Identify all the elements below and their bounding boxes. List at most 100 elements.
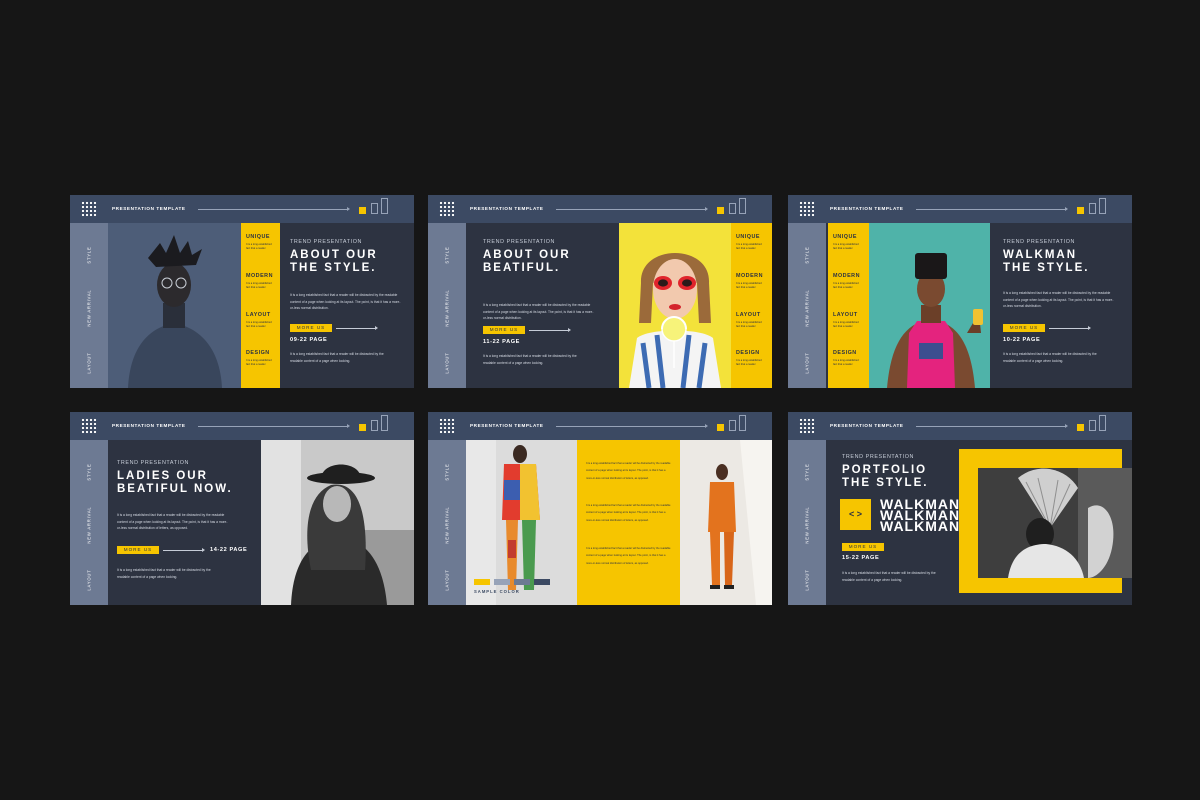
feature-design: DESIGN xyxy=(833,350,857,356)
feature-unique: UNIQUE xyxy=(736,234,760,240)
feature-unique-text: It is a long established fact that a rea… xyxy=(246,243,272,250)
swatch-navy xyxy=(534,579,550,585)
side-label-new-arrival: NEW ARRIVAL xyxy=(444,289,450,327)
square-outline-icon xyxy=(729,203,736,214)
side-nav: STYLE NEW ARRIVAL LAYOUT xyxy=(428,223,466,388)
yellow-paragraph-1: It is a long established fact that a rea… xyxy=(586,462,671,480)
rect-outline-icon xyxy=(739,198,746,214)
feature-unique-text: It is a long established fact that a rea… xyxy=(736,243,762,250)
square-filled-icon xyxy=(717,207,724,214)
trend-label: TREND PRESENTATION xyxy=(290,239,362,245)
side-label-new-arrival: NEW ARRIVAL xyxy=(86,506,92,544)
yellow-paragraph-2: It is a long established fact that a rea… xyxy=(586,504,671,522)
rect-outline-icon xyxy=(1099,198,1106,214)
trend-label: TREND PRESENTATION xyxy=(1003,239,1075,245)
dots-grid-icon xyxy=(439,418,455,434)
slide-title-line1: PORTFOLIO xyxy=(842,464,928,476)
slide-title-line1: ABOUT OUR xyxy=(290,249,378,261)
side-label-layout: LAYOUT xyxy=(804,352,810,374)
feature-design-text: It is a long established fact that a rea… xyxy=(833,359,859,366)
slide-header: PRESENTATION TEMPLATE xyxy=(788,412,1132,440)
square-outline-icon xyxy=(371,420,378,431)
header-line xyxy=(198,424,350,428)
side-label-layout: LAYOUT xyxy=(86,352,92,374)
slide-header: PRESENTATION TEMPLATE xyxy=(788,195,1132,223)
side-label-new-arrival: NEW ARRIVAL xyxy=(804,289,810,327)
feature-modern-text: It is a long established fact that a rea… xyxy=(246,282,272,289)
slide-4[interactable]: PRESENTATION TEMPLATE STYLE NEW ARRIVAL … xyxy=(70,412,414,605)
more-us-button[interactable]: MORE US xyxy=(842,543,884,551)
feature-layout-text: It is a long established fact that a rea… xyxy=(246,321,272,328)
slide-header: PRESENTATION TEMPLATE xyxy=(70,412,414,440)
dots-grid-icon xyxy=(439,201,455,217)
slide-header: PRESENTATION TEMPLATE xyxy=(428,195,772,223)
arrow-right-icon xyxy=(1049,326,1091,330)
body-text: It is a long established fact that a rea… xyxy=(290,293,401,310)
side-label-layout: LAYOUT xyxy=(444,569,450,591)
header-line xyxy=(556,424,708,428)
more-us-button[interactable]: MORE US xyxy=(290,324,332,332)
slide-title-line1: WALKMAN xyxy=(1003,249,1078,261)
side-label-new-arrival: NEW ARRIVAL xyxy=(444,506,450,544)
feature-layout: LAYOUT xyxy=(246,312,271,318)
page-range: 15-22 PAGE xyxy=(842,555,880,561)
more-us-button[interactable]: MORE US xyxy=(483,326,525,334)
square-filled-icon xyxy=(1077,207,1084,214)
page-range: 10-22 PAGE xyxy=(1003,337,1041,343)
body-text-short: It is a long established fact that a rea… xyxy=(117,568,211,579)
square-filled-icon xyxy=(1077,424,1084,431)
slide-1[interactable]: PRESENTATION TEMPLATE STYLE NEW ARRIVAL … xyxy=(70,195,414,388)
feature-modern: MODERN xyxy=(736,273,763,279)
rect-outline-icon xyxy=(1099,415,1106,431)
feature-modern: MODERN xyxy=(833,273,860,279)
code-brackets-icon: < > xyxy=(840,499,871,530)
slide-title-line2: BEATIFUL. xyxy=(483,262,561,274)
rect-outline-icon xyxy=(739,415,746,431)
slide-3[interactable]: PRESENTATION TEMPLATE STYLE NEW ARRIVAL … xyxy=(788,195,1132,388)
square-filled-icon xyxy=(359,207,366,214)
swatch-slate xyxy=(514,579,530,585)
body-text-short: It is a long established fact that a rea… xyxy=(1003,352,1097,363)
sample-color-label: SAMPLE COLOR xyxy=(474,589,520,594)
header-title: PRESENTATION TEMPLATE xyxy=(112,423,186,428)
slide-header: PRESENTATION TEMPLATE xyxy=(70,195,414,223)
page-range: 14-22 PAGE xyxy=(210,547,248,553)
feature-design-text: It is a long established fact that a rea… xyxy=(246,359,272,366)
slide-6[interactable]: PRESENTATION TEMPLATE STYLE NEW ARRIVAL … xyxy=(788,412,1132,605)
body-text-short: It is a long established fact that a rea… xyxy=(290,352,384,363)
body-text-short: It is a long established fact that a rea… xyxy=(483,354,577,365)
side-nav: STYLE NEW ARRIVAL LAYOUT xyxy=(788,223,826,388)
slide-title-line1: LADIES OUR xyxy=(117,470,208,482)
square-filled-icon xyxy=(717,424,724,431)
square-outline-icon xyxy=(1089,203,1096,214)
photo-woman-hat-bw xyxy=(261,440,414,605)
slide-title-line2: THE STYLE. xyxy=(842,477,929,489)
header-title: PRESENTATION TEMPLATE xyxy=(112,206,186,211)
header-line xyxy=(916,207,1068,211)
feature-design-text: It is a long established fact that a rea… xyxy=(736,359,762,366)
page-range: 11-22 PAGE xyxy=(483,339,520,345)
side-nav: STYLE NEW ARRIVAL LAYOUT xyxy=(70,440,108,605)
header-line xyxy=(556,207,708,211)
feature-design: DESIGN xyxy=(246,350,270,356)
trend-label: TREND PRESENTATION xyxy=(117,460,189,466)
side-label-new-arrival: NEW ARRIVAL xyxy=(804,506,810,544)
dots-grid-icon xyxy=(81,201,97,217)
more-us-button[interactable]: MORE US xyxy=(1003,324,1045,332)
body-text: It is a long established fact that a rea… xyxy=(483,303,594,320)
side-nav: STYLE NEW ARRIVAL LAYOUT xyxy=(70,223,108,388)
feature-layout: LAYOUT xyxy=(833,312,858,318)
more-us-button[interactable]: MORE US xyxy=(117,546,159,554)
slide-2[interactable]: PRESENTATION TEMPLATE STYLE NEW ARRIVAL … xyxy=(428,195,772,388)
side-nav: STYLE NEW ARRIVAL LAYOUT xyxy=(788,440,826,605)
feature-design: DESIGN xyxy=(736,350,760,356)
photo-man-pink-tank xyxy=(869,223,990,388)
header-title: PRESENTATION TEMPLATE xyxy=(830,423,904,428)
header-line xyxy=(916,424,1068,428)
side-label-style: STYLE xyxy=(86,246,92,264)
body-text-short: It is a long established fact that a rea… xyxy=(842,571,936,582)
slide-5[interactable]: PRESENTATION TEMPLATE STYLE NEW ARRIVAL … xyxy=(428,412,772,605)
feature-modern: MODERN xyxy=(246,273,273,279)
square-filled-icon xyxy=(359,424,366,431)
feature-layout-text: It is a long established fact that a rea… xyxy=(736,321,762,328)
